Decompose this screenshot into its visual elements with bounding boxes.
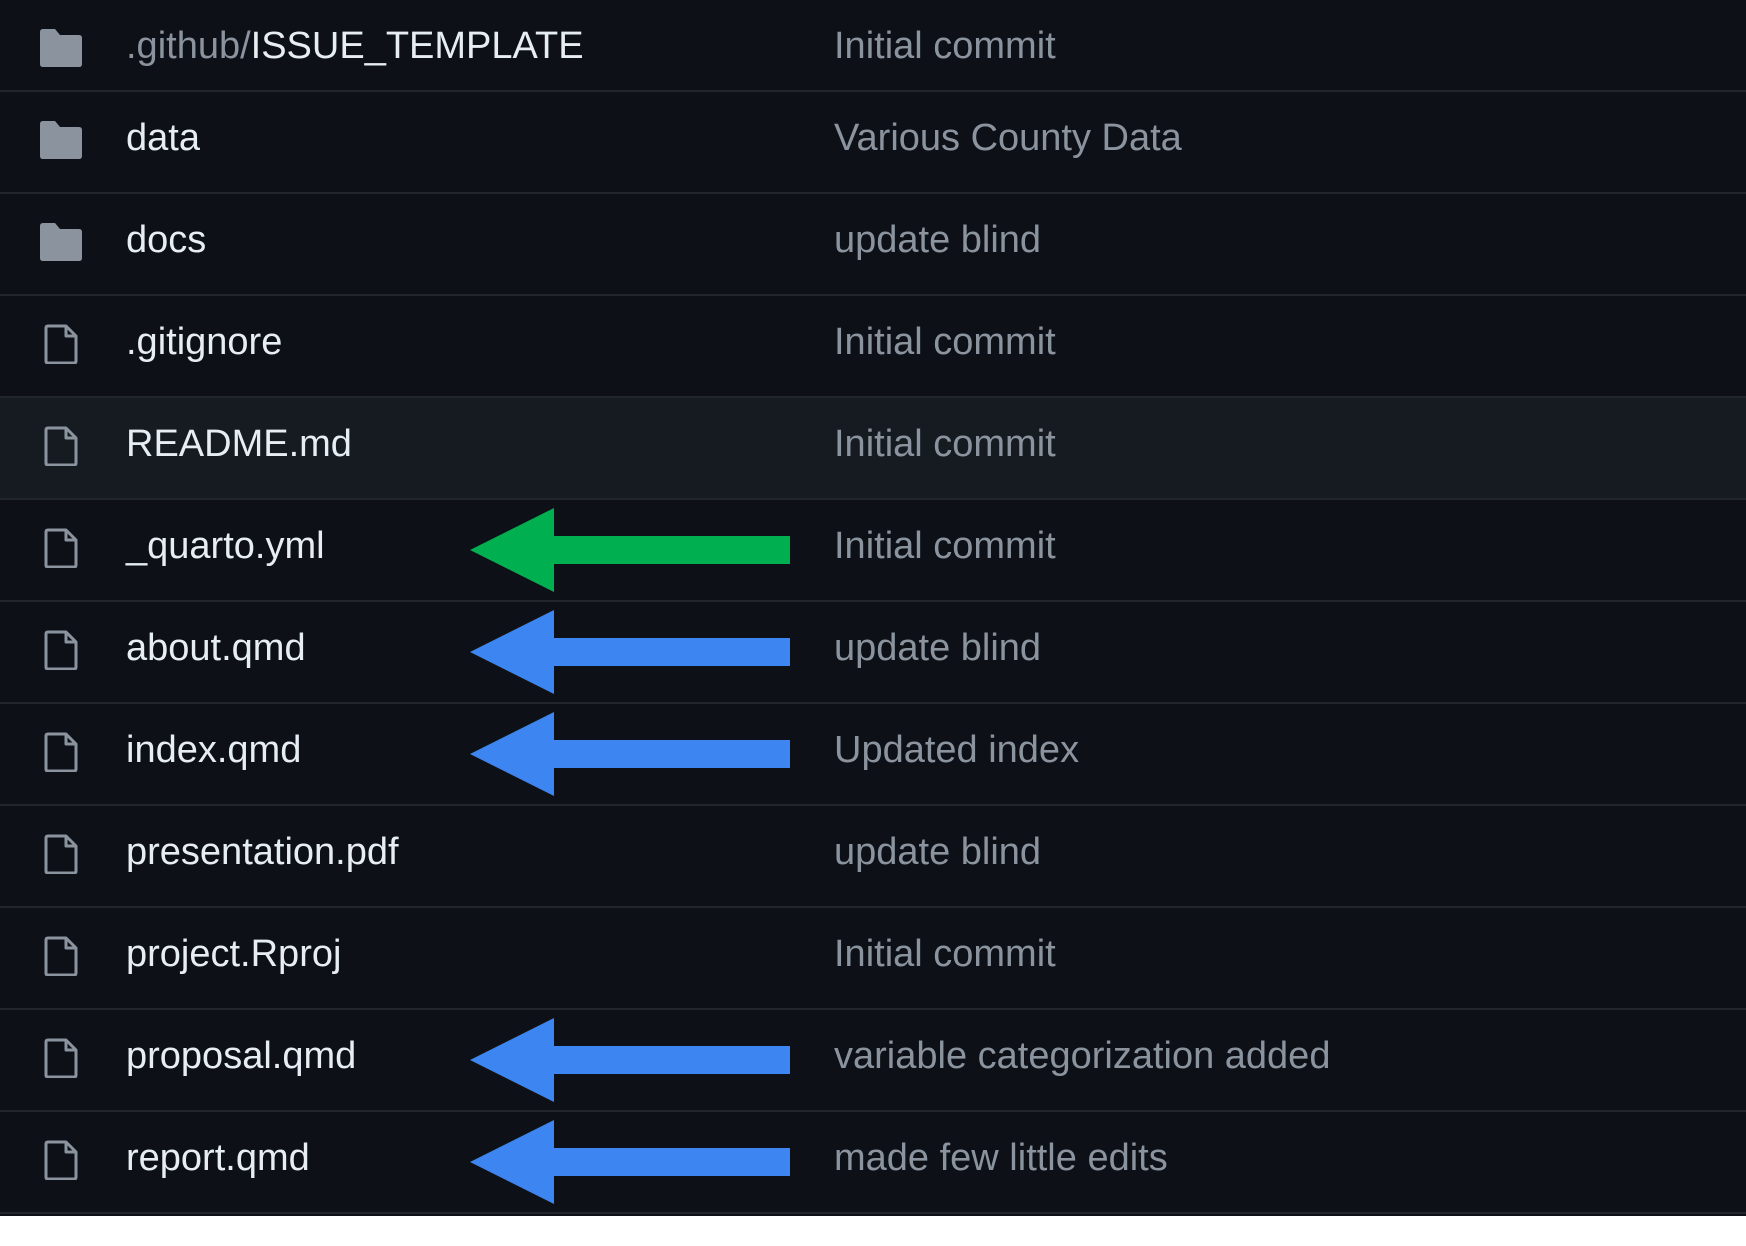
file-name[interactable]: proposal.qmd: [126, 1035, 356, 1077]
file-row[interactable]: .gitignore Initial commit: [0, 296, 1746, 398]
folder-icon: [38, 120, 84, 160]
file-row[interactable]: proposal.qmd variable categorization adde…: [0, 1010, 1746, 1112]
file-name-link[interactable]: report.qmd: [126, 1136, 310, 1180]
blue-arrow-icon: [470, 712, 790, 796]
file-name-link[interactable]: _quarto.yml: [126, 524, 325, 568]
file-name[interactable]: about.qmd: [126, 627, 306, 669]
commit-message-link[interactable]: Initial commit: [834, 320, 1056, 364]
file-icon: [38, 1140, 84, 1180]
green-arrow-icon: [470, 508, 790, 592]
file-row[interactable]: .github/ISSUE_TEMPLATE Initial commit: [0, 0, 1746, 92]
path-prefix: .github/: [126, 25, 251, 67]
commit-message-link[interactable]: Various County Data: [834, 116, 1182, 160]
file-row[interactable]: index.qmd Updated index: [0, 704, 1746, 806]
blue-arrow-icon: [470, 1120, 790, 1204]
file-name-link[interactable]: presentation.pdf: [126, 830, 399, 874]
file-name[interactable]: presentation.pdf: [126, 831, 399, 873]
file-row[interactable]: data Various County Data: [0, 92, 1746, 194]
file-name[interactable]: index.qmd: [126, 729, 301, 771]
file-icon: [38, 528, 84, 568]
file-icon: [38, 936, 84, 976]
file-icon: [38, 324, 84, 364]
commit-message-link[interactable]: Initial commit: [834, 422, 1056, 466]
file-name[interactable]: README.md: [126, 423, 352, 465]
folder-name-link[interactable]: docs: [126, 218, 206, 262]
commit-message-link[interactable]: Initial commit: [834, 24, 1056, 68]
file-name-link[interactable]: proposal.qmd: [126, 1034, 356, 1078]
file-name-link[interactable]: project.Rproj: [126, 932, 341, 976]
file-row[interactable]: _quarto.yml Initial commit: [0, 500, 1746, 602]
file-icon: [38, 1038, 84, 1078]
file-icon: [38, 426, 84, 466]
folder-name-link[interactable]: .github/ISSUE_TEMPLATE: [126, 24, 584, 68]
file-icon: [38, 732, 84, 772]
file-icon: [38, 630, 84, 670]
file-row[interactable]: README.md Initial commit: [0, 398, 1746, 500]
commit-message-link[interactable]: update blind: [834, 830, 1041, 874]
file-name[interactable]: _quarto.yml: [126, 525, 325, 567]
file-row[interactable]: report.qmd made few little edits: [0, 1112, 1746, 1214]
file-name-link[interactable]: README.md: [126, 422, 352, 466]
file-name[interactable]: .gitignore: [126, 321, 282, 363]
file-name-link[interactable]: about.qmd: [126, 626, 306, 670]
folder-icon: [38, 28, 84, 68]
folder-name-link[interactable]: data: [126, 116, 200, 160]
commit-message-link[interactable]: update blind: [834, 626, 1041, 670]
commit-message-link[interactable]: update blind: [834, 218, 1041, 262]
blue-arrow-icon: [470, 1018, 790, 1102]
commit-message-link[interactable]: variable categorization added: [834, 1034, 1330, 1078]
commit-message-link[interactable]: Initial commit: [834, 524, 1056, 568]
file-row[interactable]: docs update blind: [0, 194, 1746, 296]
file-icon: [38, 834, 84, 874]
folder-icon: [38, 222, 84, 262]
file-name[interactable]: report.qmd: [126, 1137, 310, 1179]
file-name-link[interactable]: index.qmd: [126, 728, 301, 772]
blue-arrow-icon: [470, 610, 790, 694]
file-name[interactable]: ISSUE_TEMPLATE: [251, 25, 584, 67]
file-name[interactable]: docs: [126, 219, 206, 261]
file-row[interactable]: presentation.pdf update blind: [0, 806, 1746, 908]
file-name[interactable]: data: [126, 117, 200, 159]
file-name[interactable]: project.Rproj: [126, 933, 341, 975]
commit-message-link[interactable]: Initial commit: [834, 932, 1056, 976]
file-name-link[interactable]: .gitignore: [126, 320, 282, 364]
file-row[interactable]: about.qmd update blind: [0, 602, 1746, 704]
repository-file-list: .github/ISSUE_TEMPLATE Initial commit data…: [0, 0, 1746, 1216]
file-row[interactable]: project.Rproj Initial commit: [0, 908, 1746, 1010]
commit-message-link[interactable]: Updated index: [834, 728, 1079, 772]
commit-message-link[interactable]: made few little edits: [834, 1136, 1168, 1180]
